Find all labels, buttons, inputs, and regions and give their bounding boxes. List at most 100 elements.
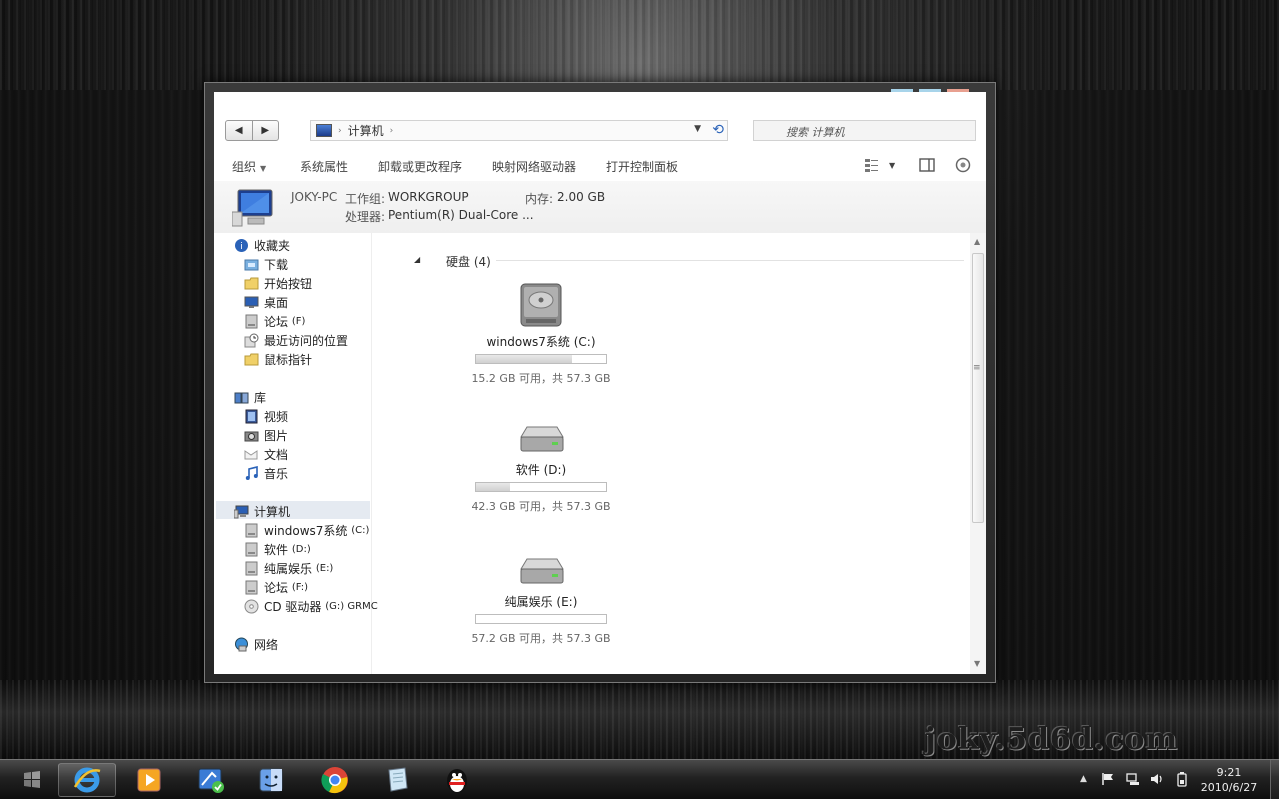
drive-tile-c[interactable]: windows7系统 (C:) 15.2 GB 可用，共 57.3 GB	[471, 281, 611, 386]
organize-button[interactable]: 组织 ▼	[232, 158, 266, 175]
scroll-up-icon[interactable]: ▲	[974, 237, 980, 246]
sidebar-item-start-button[interactable]: 开始按钮	[244, 275, 312, 292]
drive-c-free-space: 15.2 GB 可用，共 57.3 GB	[471, 372, 611, 385]
system-clock[interactable]: 9:21 2010/6/27	[1198, 765, 1260, 795]
back-button[interactable]: ◀	[226, 121, 252, 140]
open-control-panel-button[interactable]: 打开控制面板	[606, 158, 678, 175]
sidebar-item-cd-drive[interactable]: CD 驱动器 (G:) GRMC	[244, 598, 378, 615]
cd-drive-name: CD 驱动器	[264, 600, 322, 614]
address-dropdown-icon[interactable]: ▼	[694, 124, 701, 134]
forward-button[interactable]: ▶	[251, 121, 279, 140]
system-properties-button[interactable]: 系统属性	[300, 158, 348, 175]
command-bar: 组织 ▼ 系统属性 卸载或更改程序 映射网络驱动器 打开控制面板 ▼	[214, 150, 986, 181]
workgroup-label: 工作组:	[345, 192, 386, 206]
sidebar-item-desktop[interactable]: 桌面	[244, 294, 288, 311]
network-tray-icon[interactable]	[1126, 772, 1140, 786]
svg-text:i: i	[240, 242, 243, 252]
cpu-value: Pentium(R) Dual-Core ...	[388, 208, 534, 222]
drive-e-label: 纯属娱乐 (E:)	[504, 595, 578, 609]
organize-label: 组织	[232, 160, 257, 174]
clock-date: 2010/6/27	[1200, 781, 1258, 794]
volume-icon[interactable]	[1150, 772, 1164, 786]
refresh-icon[interactable]: ⟲	[712, 122, 724, 138]
drive-icon	[245, 523, 258, 538]
sidebar-item-forum[interactable]: 论坛 (F)	[244, 313, 305, 330]
sidebar-item-drive-f[interactable]: 论坛 (F:)	[244, 579, 308, 596]
scroll-down-icon[interactable]: ▼	[974, 659, 980, 668]
taskbar-ie[interactable]	[58, 763, 116, 797]
music-label: 音乐	[264, 467, 289, 481]
group-header-hard-disks[interactable]: 硬盘 (4)	[446, 253, 491, 270]
drive-c-label: windows7系统 (C:)	[486, 335, 596, 349]
taskbar-chrome[interactable]	[306, 763, 364, 797]
libraries-label: 库	[254, 391, 267, 405]
computer-icon	[316, 124, 332, 137]
mouse-pointer-label: 鼠标指针	[264, 353, 313, 367]
sidebar-item-pictures[interactable]: 图片	[244, 427, 288, 444]
folder-icon	[244, 277, 259, 290]
sidebar-favorites[interactable]: i 收藏夹	[234, 237, 290, 254]
address-bar[interactable]: › 计算机 › ▼ ⟲	[310, 120, 728, 141]
sidebar-item-music[interactable]: 音乐	[244, 465, 288, 482]
show-desktop-button[interactable]	[1270, 760, 1279, 799]
uninstall-program-button[interactable]: 卸载或更改程序	[378, 158, 462, 175]
view-dropdown-icon[interactable]: ▼	[889, 161, 895, 170]
collapse-group-icon[interactable]: ◢	[414, 255, 420, 264]
sidebar-item-documents[interactable]: 文档	[244, 446, 288, 463]
sidebar-item-recent-places[interactable]: 最近访问的位置	[244, 332, 348, 349]
drive-tile-e[interactable]: 纯属娱乐 (E:) 57.2 GB 可用，共 57.3 GB	[471, 555, 611, 646]
breadcrumb-computer[interactable]: 计算机	[348, 122, 384, 139]
internet-explorer-icon	[73, 767, 101, 793]
chevron-down-icon: ▼	[260, 164, 267, 173]
preview-pane-icon[interactable]	[919, 157, 935, 173]
hard-drive-icon	[520, 283, 562, 327]
group-divider	[496, 260, 964, 261]
drive-tile-d[interactable]: 软件 (D:) 42.3 GB 可用，共 57.3 GB	[471, 423, 611, 514]
map-network-drive-button[interactable]: 映射网络驱动器	[492, 158, 576, 175]
security-shield-icon	[198, 768, 224, 793]
change-view-icon[interactable]	[864, 157, 880, 173]
drive-icon	[245, 542, 258, 557]
start-button[interactable]	[8, 763, 56, 797]
search-input[interactable]: 搜索 计算机	[753, 120, 976, 141]
breadcrumb-chevron-icon[interactable]: ›	[338, 126, 342, 136]
back-arrow-icon: ◀	[234, 125, 243, 136]
drive-d-free-space: 42.3 GB 可用，共 57.3 GB	[471, 500, 611, 513]
sidebar-item-videos[interactable]: 视频	[244, 408, 288, 425]
memory-label: 内存:	[525, 192, 554, 206]
taskbar-finder[interactable]	[242, 763, 300, 797]
action-center-flag-icon[interactable]	[1101, 772, 1115, 786]
taskbar-security-app[interactable]	[182, 763, 240, 797]
breadcrumb-chevron-icon[interactable]: ›	[390, 126, 394, 136]
taskbar-notepad[interactable]	[368, 763, 426, 797]
forum-drive-letter: (F)	[291, 316, 306, 327]
taskbar: ▲ 9:21 2010/6/27	[0, 759, 1279, 799]
details-pane: JOKY-PC 工作组: WORKGROUP 内存: 2.00 GB 处理器: …	[214, 181, 986, 233]
recent-places-icon	[244, 333, 259, 348]
sidebar-item-drive-c[interactable]: windows7系统 (C:)	[244, 522, 369, 539]
sidebar-item-mouse-pointer[interactable]: 鼠标指针	[244, 351, 312, 368]
sidebar-item-downloads[interactable]: 下载	[244, 256, 288, 273]
sidebar-item-drive-d[interactable]: 软件 (D:)	[244, 541, 311, 558]
sidebar-network[interactable]: 网络	[234, 636, 278, 653]
help-icon[interactable]	[955, 157, 971, 173]
scrollbar-thumb[interactable]	[972, 253, 984, 523]
desktop-icon	[244, 296, 259, 308]
vertical-scrollbar[interactable]: ▲ ≡ ▼	[970, 233, 986, 674]
drive-d-usage-fill	[476, 483, 511, 491]
documents-label: 文档	[264, 448, 289, 462]
finder-face-icon	[259, 768, 283, 792]
folder-icon	[244, 353, 259, 366]
sidebar-libraries[interactable]: 库	[234, 389, 266, 406]
window-client-area: ◀ ▶ › 计算机 › ▼ ⟲ 搜索 计算机 组织 ▼ 系统属性 卸载或更改程序 …	[214, 92, 986, 674]
drive-d-name: 软件	[264, 543, 289, 557]
battery-icon[interactable]	[1176, 771, 1188, 787]
taskbar-media-player[interactable]	[120, 763, 178, 797]
taskbar-qq[interactable]	[428, 763, 486, 797]
sidebar-item-drive-e[interactable]: 纯属娱乐 (E:)	[244, 560, 333, 577]
tray-expand-icon[interactable]: ▲	[1080, 774, 1087, 784]
drive-icon	[245, 580, 258, 595]
clock-time: 9:21	[1216, 766, 1242, 779]
sidebar-computer[interactable]: 计算机	[234, 503, 290, 520]
drive-d-label: 软件 (D:)	[515, 463, 567, 477]
